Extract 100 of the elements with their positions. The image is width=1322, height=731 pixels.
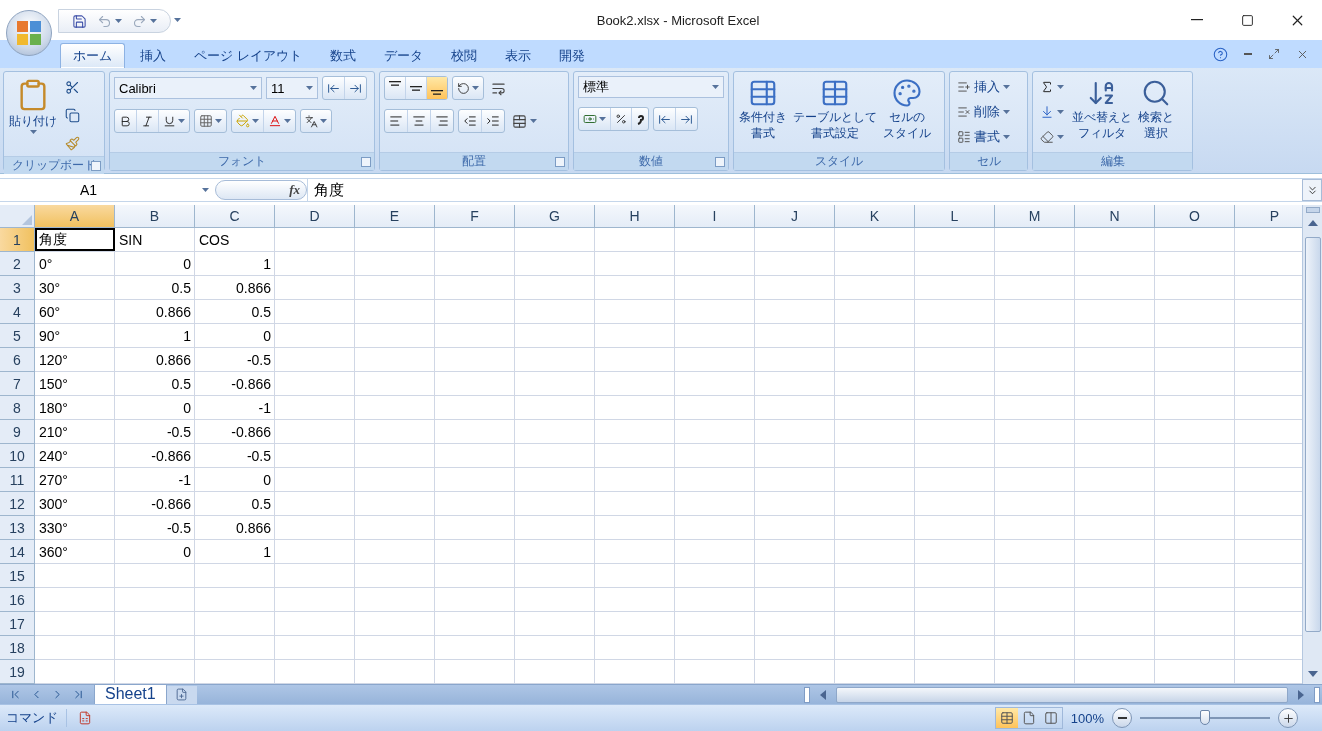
column-header[interactable]: G — [515, 205, 595, 228]
table-cell-text: 180° — [38, 398, 69, 418]
table-cell-text: 0.866 — [154, 302, 192, 322]
style-button[interactable]: 条件付き 書式 — [738, 76, 788, 142]
ribbon-tab[interactable]: データ — [370, 43, 436, 68]
column-header[interactable]: A — [35, 205, 115, 228]
cell-command-button[interactable]: 削除 — [954, 101, 1013, 123]
insert-sheet-button[interactable] — [166, 685, 197, 704]
row-header[interactable]: 12 — [0, 492, 35, 515]
column-header[interactable]: F — [435, 205, 515, 228]
increase-indent-icon — [486, 114, 500, 128]
ribbon-tab[interactable]: 開発 — [545, 43, 598, 68]
row-header[interactable]: 19 — [0, 660, 35, 683]
zoom-out-button[interactable] — [1112, 708, 1132, 728]
name-box[interactable]: A1 — [0, 179, 215, 201]
zoom-in-button[interactable] — [1278, 708, 1298, 728]
status-mode: コマンド — [6, 709, 67, 727]
column-header[interactable]: E — [355, 205, 435, 228]
sigma-icon — [1040, 80, 1054, 94]
cell-style-icon — [892, 78, 922, 108]
column-header[interactable]: H — [595, 205, 675, 228]
editing-button[interactable]: 検索と 選択 — [1137, 76, 1175, 142]
column-header[interactable]: B — [115, 205, 195, 228]
row-header[interactable]: 2 — [0, 252, 35, 275]
view-button[interactable] — [995, 708, 1018, 728]
column-header[interactable]: O — [1155, 205, 1235, 228]
macro-icon — [78, 711, 92, 725]
row-header[interactable]: 15 — [0, 564, 35, 587]
editing-button[interactable]: 並べ替えと フィルタ — [1071, 76, 1133, 142]
column-header[interactable]: K — [835, 205, 915, 228]
row-header[interactable]: 1 — [0, 228, 35, 251]
triangle-icon — [22, 215, 32, 225]
row-header[interactable]: 14 — [0, 540, 35, 563]
ribbon-tab[interactable]: 校閲 — [437, 43, 490, 68]
delete-rows-icon — [957, 105, 971, 119]
dialog-launcher-button[interactable] — [555, 157, 565, 167]
dropdown-icon — [174, 18, 181, 22]
column-header[interactable]: J — [755, 205, 835, 228]
cell-command-button[interactable]: 挿入 — [954, 76, 1013, 98]
minus-icon — [1117, 717, 1127, 719]
row-header[interactable]: 3 — [0, 276, 35, 299]
ribbon-tab[interactable]: ホーム — [60, 43, 125, 68]
redo-icon — [132, 13, 147, 29]
number-format-field[interactable]: 標準 — [578, 76, 724, 98]
column-header[interactable]: N — [1075, 205, 1155, 228]
vertical-scrollbar[interactable] — [1302, 205, 1322, 684]
row-header[interactable]: 11 — [0, 468, 35, 491]
wrap-text-icon — [491, 80, 506, 96]
caret-icon — [284, 119, 291, 123]
ribbon-tab[interactable]: 表示 — [491, 43, 544, 68]
style-button[interactable]: セルの スタイル — [882, 76, 932, 142]
insert-function-button[interactable]: fx — [289, 182, 300, 198]
row-header[interactable]: 7 — [0, 372, 35, 395]
split-handle[interactable] — [804, 686, 810, 703]
caret-icon — [306, 86, 313, 90]
column-header[interactable]: M — [995, 205, 1075, 228]
vertical-align-button[interactable] — [427, 77, 447, 99]
row-header[interactable]: 8 — [0, 396, 35, 419]
table-cell-text: 60° — [38, 302, 62, 322]
column-header[interactable]: P — [1235, 205, 1302, 228]
ribbon-tab[interactable]: 挿入 — [127, 43, 179, 68]
row-header[interactable]: 5 — [0, 324, 35, 347]
paste-button[interactable]: 貼り付け — [8, 76, 58, 136]
orientation-button[interactable] — [452, 76, 484, 100]
page-view-icon — [1021, 711, 1036, 725]
table-cell-text: -0.5 — [165, 422, 192, 442]
border-button[interactable] — [194, 109, 227, 133]
row-header[interactable]: 6 — [0, 348, 35, 371]
scroll-thumb[interactable] — [1304, 237, 1321, 632]
dialog-launcher-button[interactable] — [361, 157, 371, 167]
row-header[interactable]: 13 — [0, 516, 35, 539]
caret-icon — [252, 119, 259, 123]
scroll-thumb[interactable] — [836, 686, 1288, 703]
expand-formula-bar-button[interactable] — [1302, 179, 1322, 201]
column-header[interactable]: I — [675, 205, 755, 228]
slider-thumb[interactable] — [1200, 710, 1210, 725]
sheet-tab[interactable]: Sheet1 — [94, 684, 167, 705]
style-button[interactable]: テーブルとして 書式設定 — [792, 76, 878, 142]
font-color-icon — [268, 114, 282, 128]
row-header[interactable]: 10 — [0, 444, 35, 467]
cell-command-button[interactable]: 書式 — [954, 126, 1013, 148]
row-header[interactable]: 16 — [0, 588, 35, 611]
row-header[interactable]: 9 — [0, 420, 35, 443]
table-cell-text: -0.5 — [245, 350, 272, 370]
split-handle[interactable] — [1314, 686, 1320, 703]
dialog-launcher-button[interactable] — [715, 157, 725, 167]
column-header[interactable]: L — [915, 205, 995, 228]
font-size-field[interactable]: 11 — [266, 77, 318, 99]
split-handle[interactable] — [1305, 207, 1320, 213]
row-header[interactable]: 17 — [0, 612, 35, 635]
font-name-field[interactable]: Calibri — [114, 77, 262, 99]
merge-cells-icon — [512, 113, 527, 129]
phonetic-button[interactable] — [300, 109, 332, 133]
column-header[interactable]: D — [275, 205, 355, 228]
row-header[interactable]: 4 — [0, 300, 35, 323]
column-header[interactable]: C — [195, 205, 275, 228]
row-header[interactable]: 18 — [0, 636, 35, 659]
ribbon-tab[interactable]: ページ レイアウト — [181, 43, 315, 68]
first-icon — [9, 688, 22, 701]
ribbon-tab[interactable]: 数式 — [316, 43, 369, 68]
